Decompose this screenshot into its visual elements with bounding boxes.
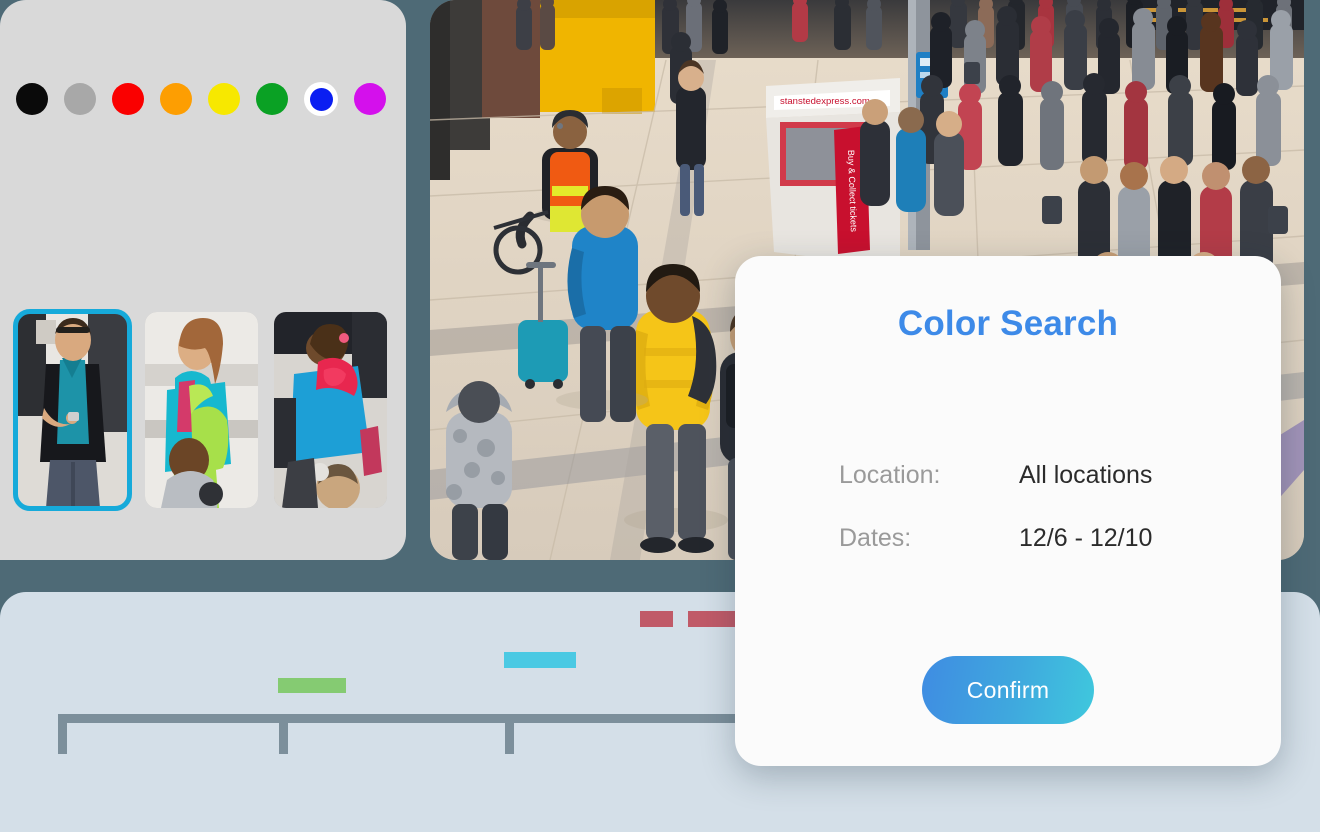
swatch-dot-orange (160, 83, 192, 115)
color-swatch-orange[interactable] (160, 83, 192, 115)
color-swatch-magenta[interactable] (354, 83, 386, 115)
swatch-dot-gray (64, 83, 96, 115)
person-thumbnail-2-image (145, 312, 258, 508)
color-swatch-green[interactable] (256, 83, 288, 115)
dialog-title: Color Search (897, 304, 1119, 343)
person-thumbnail-1-image (16, 312, 129, 508)
location-label: Location: (839, 461, 941, 489)
timeline-tick-1 (58, 714, 67, 754)
color-search-dialog: Color Search Location: All locations Dat… (735, 256, 1281, 766)
person-thumbnail-row (13, 309, 387, 511)
color-picker-panel (0, 0, 406, 560)
swatch-dot-green (256, 83, 288, 115)
color-swatch-yellow[interactable] (208, 83, 240, 115)
swatch-dot-red (112, 83, 144, 115)
dialog-fields: Location: All locations Dates: 12/6 - 12… (735, 461, 1281, 587)
timeline-tick-3 (505, 714, 514, 754)
color-swatch-blue[interactable] (304, 82, 338, 116)
field-row-location: Location: All locations (735, 461, 1281, 490)
app-root: Life stanstedexpress.com Buy & Collect t… (0, 0, 1320, 832)
field-row-dates: Dates: 12/6 - 12/10 (735, 524, 1281, 553)
svg-text:stanstedexpress.com: stanstedexpress.com (780, 96, 870, 107)
event-bar-green (278, 678, 346, 693)
event-bar-cyan (504, 652, 576, 668)
swatch-dot-blue (309, 87, 333, 111)
timeline-tick-2 (279, 714, 288, 754)
location-value[interactable]: All locations (1019, 461, 1152, 490)
color-swatch-gray[interactable] (64, 83, 96, 115)
person-thumbnail-3-image (274, 312, 387, 508)
color-swatch-black[interactable] (16, 83, 48, 115)
person-thumbnail-2[interactable] (145, 312, 258, 508)
swatch-dot-yellow (208, 83, 240, 115)
confirm-button[interactable]: Confirm (922, 656, 1094, 724)
color-swatch-row (16, 82, 386, 116)
swatch-dot-black (16, 83, 48, 115)
swatch-dot-magenta (354, 83, 386, 115)
dates-label: Dates: (839, 524, 912, 552)
person-thumbnail-1[interactable] (13, 309, 132, 511)
color-swatch-red[interactable] (112, 83, 144, 115)
event-bar-red-1 (640, 611, 673, 627)
dates-value[interactable]: 12/6 - 12/10 (1019, 524, 1152, 553)
person-thumbnail-3[interactable] (274, 312, 387, 508)
